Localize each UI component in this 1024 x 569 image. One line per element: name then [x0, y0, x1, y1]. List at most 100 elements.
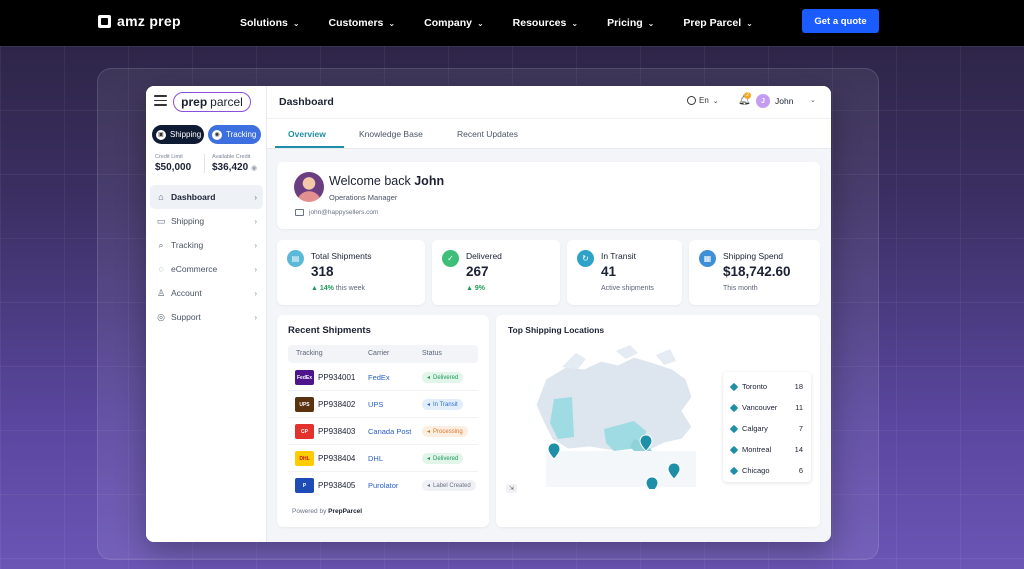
- sidebar-item-tracking[interactable]: ⌕ Tracking ›: [150, 233, 263, 257]
- location-list: Toronto 18 Vancouver 11 Calgary 7 Montreal 14 Ch…: [723, 372, 811, 482]
- canada-map: [535, 345, 696, 489]
- stat-value: 318: [311, 264, 334, 279]
- user-name[interactable]: John: [775, 96, 793, 106]
- location-item[interactable]: Montreal 14: [729, 443, 807, 457]
- route-icon: ⌕: [158, 239, 164, 250]
- chevron-right-icon: ›: [254, 288, 257, 298]
- chevron-down-icon[interactable]: ⌄: [810, 96, 816, 104]
- nav-label: Prep Parcel: [683, 17, 742, 29]
- nav-resources[interactable]: Resources ⌄: [513, 17, 578, 29]
- location-count: 7: [798, 424, 803, 433]
- location-city: Vancouver: [742, 403, 778, 412]
- sidebar-item-support[interactable]: ◎ Support ›: [150, 305, 263, 329]
- nav-prep-parcel[interactable]: Prep Parcel ⌄: [683, 17, 753, 29]
- status-icon: ◂: [427, 483, 431, 489]
- menu-icon[interactable]: [154, 95, 167, 109]
- amz-prep-logo[interactable]: amz prep: [98, 13, 181, 29]
- nav-customers[interactable]: Customers ⌄: [329, 17, 396, 29]
- location-item[interactable]: Toronto 18: [729, 380, 807, 394]
- carrier-name[interactable]: UPS: [368, 400, 383, 409]
- sidebar-item-label: Support: [171, 312, 201, 322]
- carrier-name[interactable]: Canada Post: [368, 427, 411, 436]
- pin-icon: ◉: [212, 129, 222, 140]
- tab-knowledge-base[interactable]: Knowledge Base: [359, 129, 423, 139]
- shipping-mode-button[interactable]: ▣ Shipping: [152, 125, 204, 144]
- map-pin-toronto[interactable]: [645, 476, 659, 489]
- tracking-number[interactable]: PP938404: [318, 454, 355, 463]
- chevron-right-icon: ›: [254, 216, 257, 226]
- mail-icon: [295, 209, 304, 216]
- nav-company[interactable]: Company ⌄: [424, 17, 484, 29]
- powered-text: Powered by: [292, 508, 327, 515]
- table-row[interactable]: CP PP938403 Canada Post ◂ Processing: [288, 418, 478, 445]
- shipments-icon: ▤: [287, 250, 304, 267]
- map-title: Top Shipping Locations: [508, 325, 605, 335]
- location-city: Calgary: [742, 424, 768, 433]
- refresh-icon: ↻: [577, 250, 594, 267]
- status-icon: ◂: [427, 402, 431, 408]
- get-quote-button[interactable]: Get a quote: [802, 9, 879, 33]
- location-item[interactable]: Chicago 6: [729, 464, 807, 478]
- trend-up-icon: ▲: [311, 285, 320, 292]
- carrier-name[interactable]: FedEx: [368, 373, 390, 382]
- sidebar-item-label: Account: [171, 288, 202, 298]
- stat-label: Delivered: [466, 251, 502, 261]
- nav-solutions[interactable]: Solutions ⌄: [240, 17, 300, 29]
- status-text: In Transit: [433, 401, 458, 408]
- page-title: Dashboard: [279, 96, 334, 108]
- sidebar-item-ecommerce[interactable]: ◌ eCommerce ›: [150, 257, 263, 281]
- brand-text: amz prep: [117, 13, 181, 29]
- support-icon: ◎: [157, 311, 165, 322]
- tab-overview[interactable]: Overview: [288, 129, 326, 139]
- mode-label: Shipping: [170, 130, 202, 139]
- sidebar-nav: ⌂ Dashboard › ▭ Shipping › ⌕ Tracking › ◌ eComm…: [150, 185, 263, 329]
- dashboard-mockup: prep parcel ▣ Shipping ◉ Tracking Credit Li…: [146, 86, 831, 542]
- map-zoom-control[interactable]: ⇲: [506, 484, 517, 493]
- tab-recent-updates[interactable]: Recent Updates: [457, 129, 518, 139]
- eye-icon[interactable]: ◉: [251, 165, 257, 172]
- nav-pricing[interactable]: Pricing ⌄: [607, 17, 654, 29]
- table-row[interactable]: FedEx PP934001 FedEx ◂ Delivered: [288, 364, 478, 391]
- nav-label: Solutions: [240, 17, 288, 29]
- column-carrier: Carrier: [368, 350, 390, 357]
- tracking-number[interactable]: PP938402: [318, 400, 355, 409]
- location-marker-icon: [729, 403, 739, 413]
- tracking-number[interactable]: PP934001: [318, 373, 355, 382]
- location-item[interactable]: Calgary 7: [729, 422, 807, 436]
- table-header: Tracking Carrier Status: [288, 345, 478, 363]
- sidebar-item-account[interactable]: ♙ Account ›: [150, 281, 263, 305]
- location-marker-icon: [729, 445, 739, 455]
- chevron-right-icon: ›: [254, 264, 257, 274]
- location-item[interactable]: Vancouver 11: [729, 401, 807, 415]
- nav-label: Company: [424, 17, 472, 29]
- avatar[interactable]: J: [756, 94, 770, 108]
- tracking-mode-button[interactable]: ◉ Tracking: [208, 125, 261, 144]
- table-row[interactable]: UPS PP938402 UPS ◂ In Transit: [288, 391, 478, 418]
- status-text: Delivered: [433, 374, 459, 381]
- table-row[interactable]: DHL PP938404 DHL ◂ Delivered: [288, 445, 478, 472]
- credit-summary: Credit Limit $50,000 Available Credit $3…: [155, 154, 261, 173]
- stat-sub-text: Active shipments: [601, 285, 654, 292]
- sidebar-item-dashboard[interactable]: ⌂ Dashboard ›: [150, 185, 263, 209]
- recent-shipments-title: Recent Shipments: [288, 325, 371, 336]
- status-text: Processing: [433, 428, 463, 435]
- stat-sub-text: This month: [723, 285, 758, 292]
- user-email: john@happysellers.com: [295, 209, 378, 216]
- chevron-down-icon: ⌄: [388, 18, 396, 28]
- top-navigation: amz prep Solutions ⌄ Customers ⌄ Company ⌄ …: [0, 0, 1024, 46]
- tracking-number[interactable]: PP938405: [318, 481, 355, 490]
- stat-in-transit: ↻ In Transit 41 Active shipments: [567, 240, 682, 305]
- notification-badge: 2: [744, 92, 751, 99]
- status-badge: ◂ In Transit: [422, 399, 463, 410]
- powered-by: Powered by PrepParcel: [292, 508, 362, 515]
- stat-total-shipments: ▤ Total Shipments 318 ▲ 14% this week: [277, 240, 425, 305]
- brand-light: parcel: [210, 95, 243, 109]
- carrier-name[interactable]: DHL: [368, 454, 383, 463]
- language-selector[interactable]: En ⌄: [687, 96, 719, 105]
- prep-parcel-logo[interactable]: prep parcel: [173, 92, 251, 112]
- table-row[interactable]: P PP938405 Purolator ◂ Label Created: [288, 472, 478, 499]
- sidebar: prep parcel ▣ Shipping ◉ Tracking Credit Li…: [146, 86, 267, 542]
- carrier-name[interactable]: Purolator: [368, 481, 398, 490]
- sidebar-item-shipping[interactable]: ▭ Shipping ›: [150, 209, 263, 233]
- tracking-number[interactable]: PP938403: [318, 427, 355, 436]
